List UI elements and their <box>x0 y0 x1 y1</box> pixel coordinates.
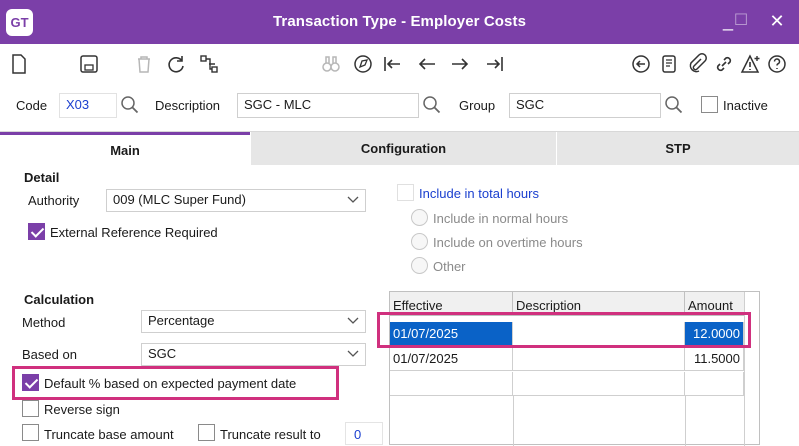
chevron-down-icon <box>347 196 359 203</box>
chevron-down-icon <box>347 350 359 357</box>
inactive-checkbox[interactable] <box>701 96 718 113</box>
default-pct-label: Default % based on expected payment date <box>44 376 297 391</box>
detail-heading: Detail <box>24 170 60 185</box>
authority-value: 009 (MLC Super Fund) <box>113 192 246 207</box>
method-value: Percentage <box>148 313 215 328</box>
highlight-box <box>377 312 751 348</box>
save-icon[interactable] <box>76 51 102 77</box>
maximize-button[interactable]: ☐ <box>730 10 752 32</box>
last-record-icon[interactable] <box>482 51 508 77</box>
method-label: Method <box>22 315 66 330</box>
group-field[interactable]: SGC <box>509 93 661 118</box>
chevron-down-icon <box>347 317 359 324</box>
truncate-result-label: Truncate result to <box>220 427 321 442</box>
truncate-result-checkbox[interactable] <box>198 424 215 441</box>
close-button[interactable]: ✕ <box>766 10 788 32</box>
include-normal-hours-label: Include in normal hours <box>433 211 569 226</box>
inactive-label: Inactive <box>723 98 768 113</box>
reverse-sign-label: Reverse sign <box>44 402 120 417</box>
window-title: Transaction Type - Employer Costs <box>272 13 527 30</box>
group-label: Group <box>459 98 496 113</box>
tab-main[interactable]: Main <box>0 132 250 165</box>
link-icon[interactable] <box>711 51 737 77</box>
code-field[interactable]: X03 <box>59 93 117 118</box>
external-reference-label: External Reference Required <box>50 225 218 240</box>
first-record-icon[interactable] <box>379 51 405 77</box>
code-lookup-icon[interactable] <box>120 95 140 115</box>
other-hours-radio[interactable] <box>411 257 428 274</box>
code-label: Code <box>16 98 48 113</box>
back-icon[interactable] <box>628 51 654 77</box>
hierarchy-icon[interactable] <box>196 51 222 77</box>
include-normal-hours-radio[interactable] <box>411 209 428 226</box>
delete-icon[interactable] <box>131 51 157 77</box>
based-on-value: SGC <box>148 346 177 361</box>
include-total-hours-label: Include in total hours <box>419 186 539 201</box>
based-on-label: Based on <box>22 347 77 362</box>
title-bar: GT Transaction Type - Employer Costs _ ☐… <box>0 0 799 44</box>
other-hours-label: Other <box>433 259 466 274</box>
grid-cell-amount[interactable]: 11.5000 <box>685 347 744 371</box>
alert-icon[interactable] <box>738 51 764 77</box>
authority-label: Authority <box>28 193 80 208</box>
tab-configuration[interactable]: Configuration <box>251 132 556 165</box>
tab-stp[interactable]: STP <box>557 132 799 165</box>
calculation-heading: Calculation <box>24 292 95 307</box>
grid-cell-effective[interactable]: 01/07/2025 <box>390 347 513 371</box>
refresh-icon[interactable] <box>163 51 189 77</box>
description-field[interactable]: SGC - MLC <box>237 93 419 118</box>
grid-cell-empty[interactable] <box>513 372 685 396</box>
locate-icon[interactable] <box>350 51 376 77</box>
column-divider <box>513 396 514 446</box>
include-overtime-hours-label: Include on overtime hours <box>433 235 583 250</box>
based-on-select[interactable]: SGC <box>141 343 366 366</box>
description-lookup-icon[interactable] <box>422 95 442 115</box>
find-icon[interactable] <box>318 51 344 77</box>
grid-cell-empty[interactable] <box>685 372 744 396</box>
description-label: Description <box>155 98 221 113</box>
column-divider <box>685 396 686 446</box>
default-pct-checkbox[interactable] <box>22 374 39 391</box>
new-icon[interactable] <box>6 51 32 77</box>
grid-cell-empty[interactable] <box>390 372 513 396</box>
reverse-sign-checkbox[interactable] <box>22 400 39 417</box>
truncate-result-input[interactable]: 0 <box>345 422 383 445</box>
include-overtime-hours-radio[interactable] <box>411 233 428 250</box>
grid-cell-description[interactable] <box>513 347 685 371</box>
truncate-base-checkbox[interactable] <box>22 424 39 441</box>
method-select[interactable]: Percentage <box>141 310 366 333</box>
include-total-hours-checkbox[interactable] <box>397 184 414 201</box>
next-icon[interactable] <box>447 51 473 77</box>
group-lookup-icon[interactable] <box>664 95 684 115</box>
authority-select[interactable]: 009 (MLC Super Fund) <box>106 189 366 212</box>
notes-icon[interactable] <box>656 51 682 77</box>
help-icon[interactable] <box>764 51 790 77</box>
truncate-base-label: Truncate base amount <box>44 427 174 442</box>
external-reference-checkbox[interactable] <box>28 223 45 240</box>
previous-icon[interactable] <box>414 51 440 77</box>
attach-icon[interactable] <box>684 51 710 77</box>
toolbar <box>0 44 799 84</box>
